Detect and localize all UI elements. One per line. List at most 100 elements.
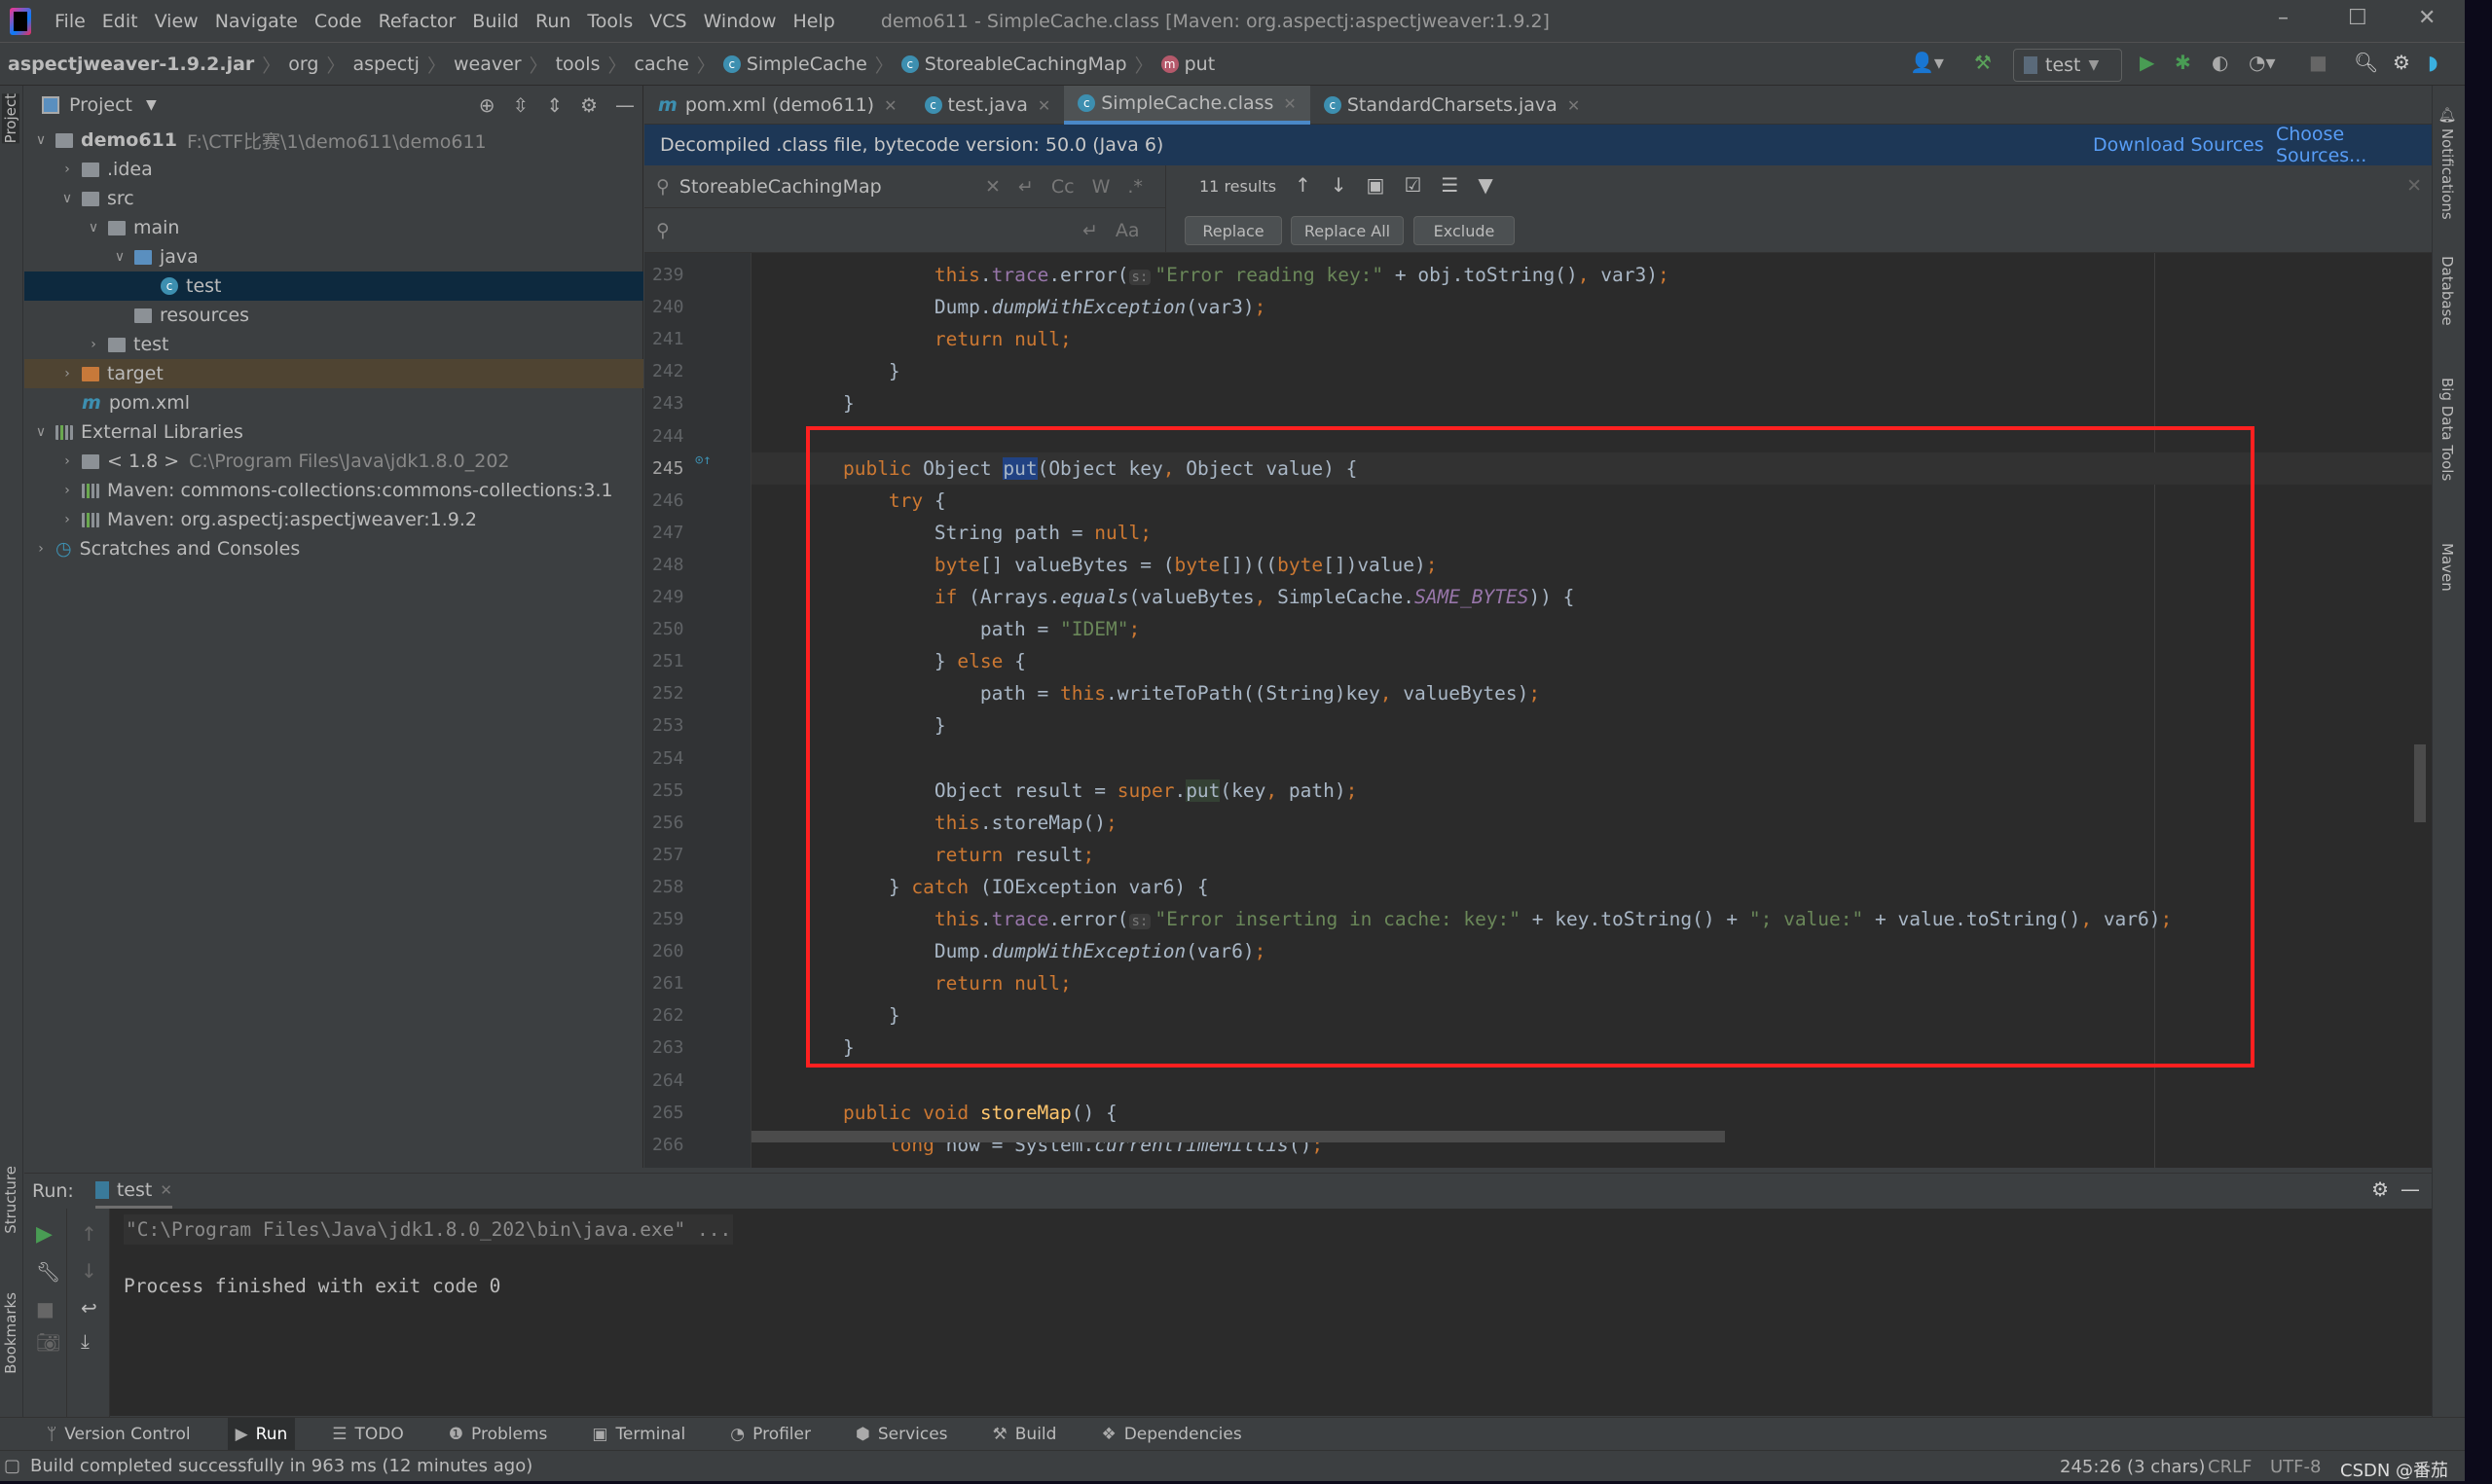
structure-tool-button[interactable]: Structure <box>2 1166 19 1234</box>
breadcrumb-item[interactable]: aspectjweaver-1.9.2.jar <box>8 54 254 75</box>
tree-item[interactable]: › .idea <box>24 155 643 184</box>
build-hammer-icon[interactable]: ⚒ <box>1974 51 1992 74</box>
code-line[interactable]: } catch (IOException var6) { <box>797 871 1209 903</box>
chevron-down-icon[interactable]: ∨ <box>111 249 128 265</box>
close-tab-icon[interactable]: ✕ <box>1038 96 1050 115</box>
tree-item[interactable]: m pom.xml <box>24 388 643 417</box>
chevron-down-icon[interactable]: ∨ <box>32 132 50 148</box>
code-line[interactable]: return result; <box>797 839 1094 871</box>
in-selection-icon[interactable]: ☑ <box>1404 173 1421 197</box>
code-line[interactable]: return null; <box>797 967 1072 999</box>
code-line[interactable]: } <box>797 999 900 1032</box>
tree-item[interactable]: ∨ main <box>24 213 643 242</box>
chevron-right-icon[interactable]: › <box>58 512 76 527</box>
menu-run[interactable]: Run <box>535 11 570 32</box>
breadcrumb-item[interactable]: 〉 weaver <box>420 52 522 78</box>
filter-icon[interactable]: ▼ <box>1478 173 1492 197</box>
chevron-down-icon[interactable]: ∨ <box>32 424 50 440</box>
account-icon[interactable]: 👤▾ <box>1910 51 1944 74</box>
menu-edit[interactable]: Edit <box>102 11 138 32</box>
close-tab-icon[interactable]: ✕ <box>1283 94 1296 113</box>
chevron-right-icon[interactable]: › <box>58 483 76 498</box>
caret-position[interactable]: 245:26 (3 chars) <box>2060 1457 2205 1477</box>
next-occurrence-icon[interactable]: ↓ <box>1331 173 1347 197</box>
choose-sources-link[interactable]: Choose Sources... <box>2276 124 2432 166</box>
code-area[interactable]: 239 240 241 242 243 244 245 246 247 248 249 250 251 2… <box>644 253 2432 1168</box>
tree-item[interactable]: c test <box>24 271 643 301</box>
coverage-icon[interactable]: ◐ <box>2212 51 2228 74</box>
editor-tab[interactable]: m pom.xml (demo611) ✕ <box>644 86 911 125</box>
exclude-button[interactable]: Exclude <box>1413 216 1515 245</box>
code-line[interactable]: Dump.dumpWithException(var3); <box>797 291 1266 323</box>
close-tab-icon[interactable]: ✕ <box>884 96 897 115</box>
tool-window-build[interactable]: ⚒ Build <box>985 1418 1065 1451</box>
project-view-select[interactable]: Project <box>69 94 132 116</box>
select-all-icon[interactable]: ▣ <box>1367 173 1385 197</box>
status-message[interactable]: Build completed successfully in 963 ms (… <box>30 1456 532 1476</box>
chevron-right-icon[interactable]: › <box>58 366 76 381</box>
breadcrumb-item[interactable]: 〉 aspectj <box>318 52 419 78</box>
maven-tool-button[interactable]: Maven <box>2438 543 2456 592</box>
bookmarks-tool-button[interactable]: Bookmarks <box>2 1292 19 1374</box>
down-icon[interactable]: ↓ <box>81 1259 109 1283</box>
code-line[interactable]: } else { <box>797 645 1026 677</box>
rerun-icon[interactable]: ▶ <box>36 1222 66 1247</box>
breadcrumb-item[interactable]: 〉 tools <box>522 52 601 78</box>
gear-icon[interactable]: ⚙ <box>2393 51 2410 74</box>
menu-tools[interactable]: Tools <box>587 11 633 32</box>
preserve-case-icon[interactable]: Aa <box>1116 220 1140 241</box>
close-icon[interactable]: ✕ <box>2418 6 2436 30</box>
tree-item[interactable]: › Maven: org.aspectj:aspectjweaver:1.9.2 <box>24 505 643 534</box>
menu-help[interactable]: Help <box>792 11 834 32</box>
tree-item[interactable]: resources <box>24 301 643 330</box>
replace-all-button[interactable]: Replace All <box>1291 216 1404 245</box>
menu-build[interactable]: Build <box>472 11 519 32</box>
previous-occurrence-icon[interactable]: ↑ <box>1295 173 1311 197</box>
tool-window-version-control[interactable]: ᛘ Version Control <box>39 1418 199 1451</box>
tree-item[interactable]: ∨ demo611 F:\CTF比赛\1\demo611\demo611 <box>24 126 643 155</box>
stop-icon[interactable]: ■ <box>36 1297 66 1321</box>
chevron-right-icon[interactable]: › <box>58 453 76 469</box>
match-case-toggle[interactable]: Cc <box>1051 176 1075 198</box>
menu-code[interactable]: Code <box>314 11 362 32</box>
search-icon[interactable]: 🔍︎ <box>2354 51 2378 74</box>
gear-icon[interactable]: ⚙ <box>2371 1177 2389 1201</box>
download-sources-link[interactable]: Download Sources <box>2093 134 2264 156</box>
profile-icon[interactable]: ◔▾ <box>2249 51 2276 74</box>
collapse-all-icon[interactable]: ⇕ <box>546 93 563 117</box>
tool-window-todo[interactable]: ☰ TODO <box>324 1418 412 1451</box>
tree-item[interactable]: › Maven: commons-collections:commons-coll… <box>24 476 643 505</box>
menu-refactor[interactable]: Refactor <box>379 11 457 32</box>
code-line[interactable]: } <box>797 355 900 387</box>
locate-icon[interactable]: ⊕ <box>479 93 495 117</box>
tool-window-run[interactable]: ▶ Run <box>227 1417 296 1451</box>
words-toggle[interactable]: W <box>1092 176 1111 198</box>
code-line[interactable]: this.storeMap(); <box>797 807 1118 839</box>
editor-tab[interactable]: c StandardCharsets.java ✕ <box>1310 86 1594 125</box>
search-input[interactable]: ⚲ StoreableCachingMap ✕ ↵ Cc W .* <box>644 165 1166 208</box>
breadcrumb-item[interactable]: 〉 c SimpleCache <box>689 52 867 78</box>
tree-item[interactable]: › < 1.8 > C:\Program Files\Java\jdk1.8.0_2… <box>24 447 643 476</box>
notifications-tool-button[interactable]: 🔔︎ Notifications <box>2438 105 2456 220</box>
project-tool-button[interactable]: Project <box>2 93 19 144</box>
breadcrumb-item[interactable]: 〉 org <box>254 52 318 78</box>
code-line[interactable]: if (Arrays.equals(valueBytes, SimpleCach… <box>797 581 1575 613</box>
code-line[interactable]: Object result = super.put(key, path); <box>797 775 1357 807</box>
chevron-down-icon[interactable]: ∨ <box>85 220 102 235</box>
replace-input[interactable]: ⚲ ↵ Aa <box>644 208 1166 253</box>
menu-vcs[interactable]: VCS <box>649 11 686 32</box>
code-line[interactable]: public Object put(Object key, Object val… <box>797 452 1357 485</box>
layout-icon[interactable]: ▢ <box>4 1456 20 1476</box>
code-line[interactable]: if (now - this.lastStored >= (long)this.… <box>797 1161 1518 1168</box>
horizontal-scrollbar[interactable] <box>751 1131 1725 1142</box>
file-encoding[interactable]: UTF-8 <box>2270 1457 2321 1477</box>
editor-tab[interactable]: c test.java ✕ <box>911 86 1065 125</box>
close-tab-icon[interactable]: ✕ <box>160 1181 172 1199</box>
menu-navigate[interactable]: Navigate <box>215 11 298 32</box>
code-line[interactable]: path = this.writeToPath((String)key, val… <box>797 677 1540 709</box>
code-line[interactable]: } <box>797 1032 855 1064</box>
debug-icon[interactable]: ✱ <box>2175 51 2191 74</box>
tree-item[interactable]: ∨ src <box>24 184 643 213</box>
close-tab-icon[interactable]: ✕ <box>1567 96 1580 115</box>
code-line[interactable]: byte[] valueBytes = (byte[])((byte[])val… <box>797 549 1438 581</box>
